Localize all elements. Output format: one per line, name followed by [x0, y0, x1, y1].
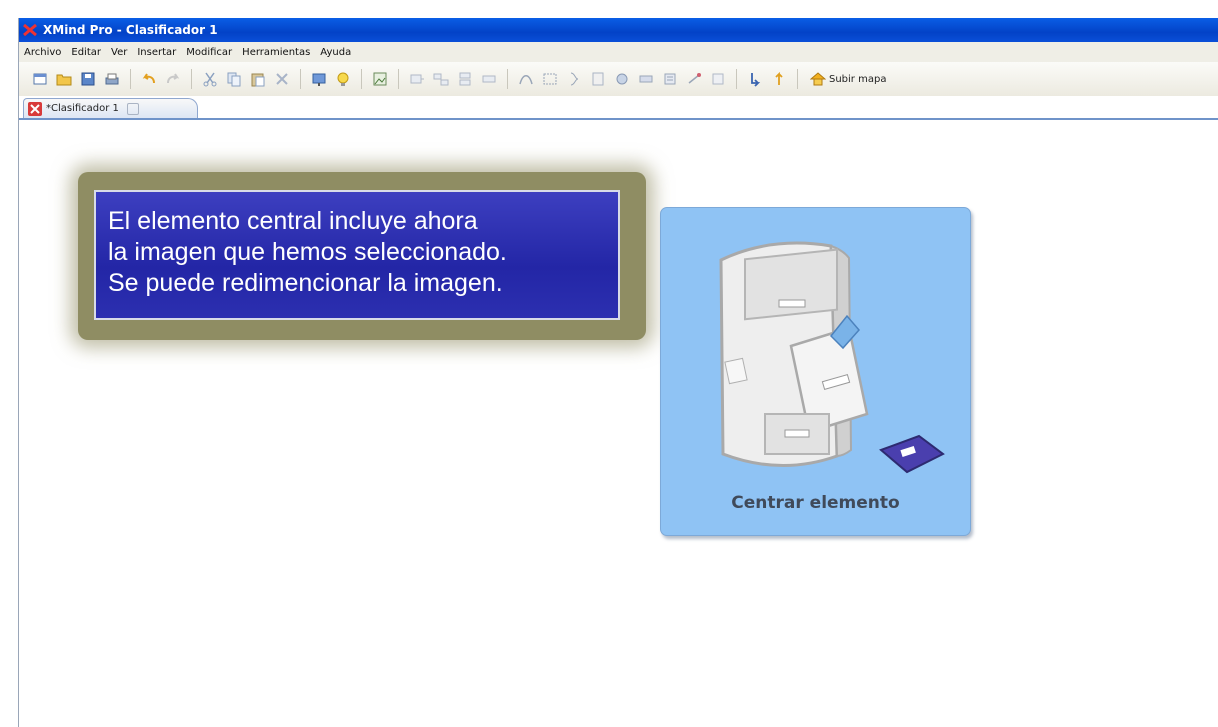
- toolbar-separator: [398, 69, 399, 89]
- drill-up-icon[interactable]: [770, 70, 788, 88]
- toolbar-separator: [300, 69, 301, 89]
- editor-tabstrip: *Clasificador 1: [19, 96, 1218, 120]
- parent-topic-icon[interactable]: [456, 70, 474, 88]
- menu-insertar[interactable]: Insertar: [132, 47, 181, 58]
- menu-bar: Archivo Editar Ver Insertar Modificar He…: [19, 42, 1218, 62]
- subtopic-icon[interactable]: [432, 70, 450, 88]
- open-folder-icon[interactable]: [55, 70, 73, 88]
- relationship-icon[interactable]: [517, 70, 535, 88]
- menu-herramientas[interactable]: Herramientas: [237, 47, 315, 58]
- filing-cabinet-image[interactable]: [681, 218, 951, 488]
- hyperlink-icon[interactable]: [685, 70, 703, 88]
- xmind-file-icon: [28, 101, 42, 116]
- undo-icon[interactable]: [140, 70, 158, 88]
- app-window: XMind Pro - Clasificador 1 Archivo Edita…: [18, 18, 1218, 727]
- callout-line: El elemento central incluye ahora: [108, 207, 478, 235]
- close-tab-icon[interactable]: [126, 102, 139, 115]
- idea-bulb-icon[interactable]: [334, 70, 352, 88]
- new-file-icon[interactable]: [31, 70, 49, 88]
- toolbar-separator: [361, 69, 362, 89]
- marker-icon[interactable]: [613, 70, 631, 88]
- xmind-logo-icon: [23, 23, 37, 37]
- print-icon[interactable]: [103, 70, 121, 88]
- toolbar-separator: [191, 69, 192, 89]
- toolbar-separator: [736, 69, 737, 89]
- tab-clasificador[interactable]: *Clasificador 1: [23, 98, 198, 118]
- summary-icon[interactable]: [565, 70, 583, 88]
- toolbar-separator: [130, 69, 131, 89]
- toolbar: Subir mapa: [19, 62, 1218, 97]
- menu-ayuda[interactable]: Ayuda: [315, 47, 356, 58]
- attachment-icon[interactable]: [661, 70, 679, 88]
- topic-icon[interactable]: [408, 70, 426, 88]
- subir-mapa-button[interactable]: Subir mapa: [810, 71, 886, 87]
- central-topic-label: Centrar elemento: [731, 493, 900, 513]
- notes-icon[interactable]: [589, 70, 607, 88]
- callout-note: El elemento central incluye ahora la ima…: [94, 190, 620, 320]
- floating-topic-icon[interactable]: [480, 70, 498, 88]
- central-topic[interactable]: Centrar elemento: [660, 207, 971, 536]
- menu-editar[interactable]: Editar: [66, 47, 106, 58]
- save-icon[interactable]: [79, 70, 97, 88]
- menu-modificar[interactable]: Modificar: [181, 47, 237, 58]
- presentation-icon[interactable]: [310, 70, 328, 88]
- redo-icon[interactable]: [164, 70, 182, 88]
- home-icon: [810, 71, 826, 87]
- tab-label: *Clasificador 1: [46, 103, 119, 114]
- delete-icon[interactable]: [273, 70, 291, 88]
- insert-image-icon[interactable]: [371, 70, 389, 88]
- toolbar-separator: [507, 69, 508, 89]
- menu-ver[interactable]: Ver: [106, 47, 132, 58]
- drill-down-icon[interactable]: [746, 70, 764, 88]
- title-bar: XMind Pro - Clasificador 1: [19, 18, 1218, 42]
- paste-icon[interactable]: [249, 70, 267, 88]
- callout-line: la imagen que hemos seleccionado.: [108, 238, 507, 266]
- menu-archivo[interactable]: Archivo: [19, 47, 66, 58]
- audio-icon[interactable]: [709, 70, 727, 88]
- cut-icon[interactable]: [201, 70, 219, 88]
- label-icon[interactable]: [637, 70, 655, 88]
- boundary-icon[interactable]: [541, 70, 559, 88]
- callout-line: Se puede redimencionar la imagen.: [108, 269, 503, 297]
- copy-icon[interactable]: [225, 70, 243, 88]
- subir-mapa-label: Subir mapa: [829, 73, 887, 85]
- toolbar-separator: [797, 69, 798, 89]
- window-title: XMind Pro - Clasificador 1: [43, 23, 218, 37]
